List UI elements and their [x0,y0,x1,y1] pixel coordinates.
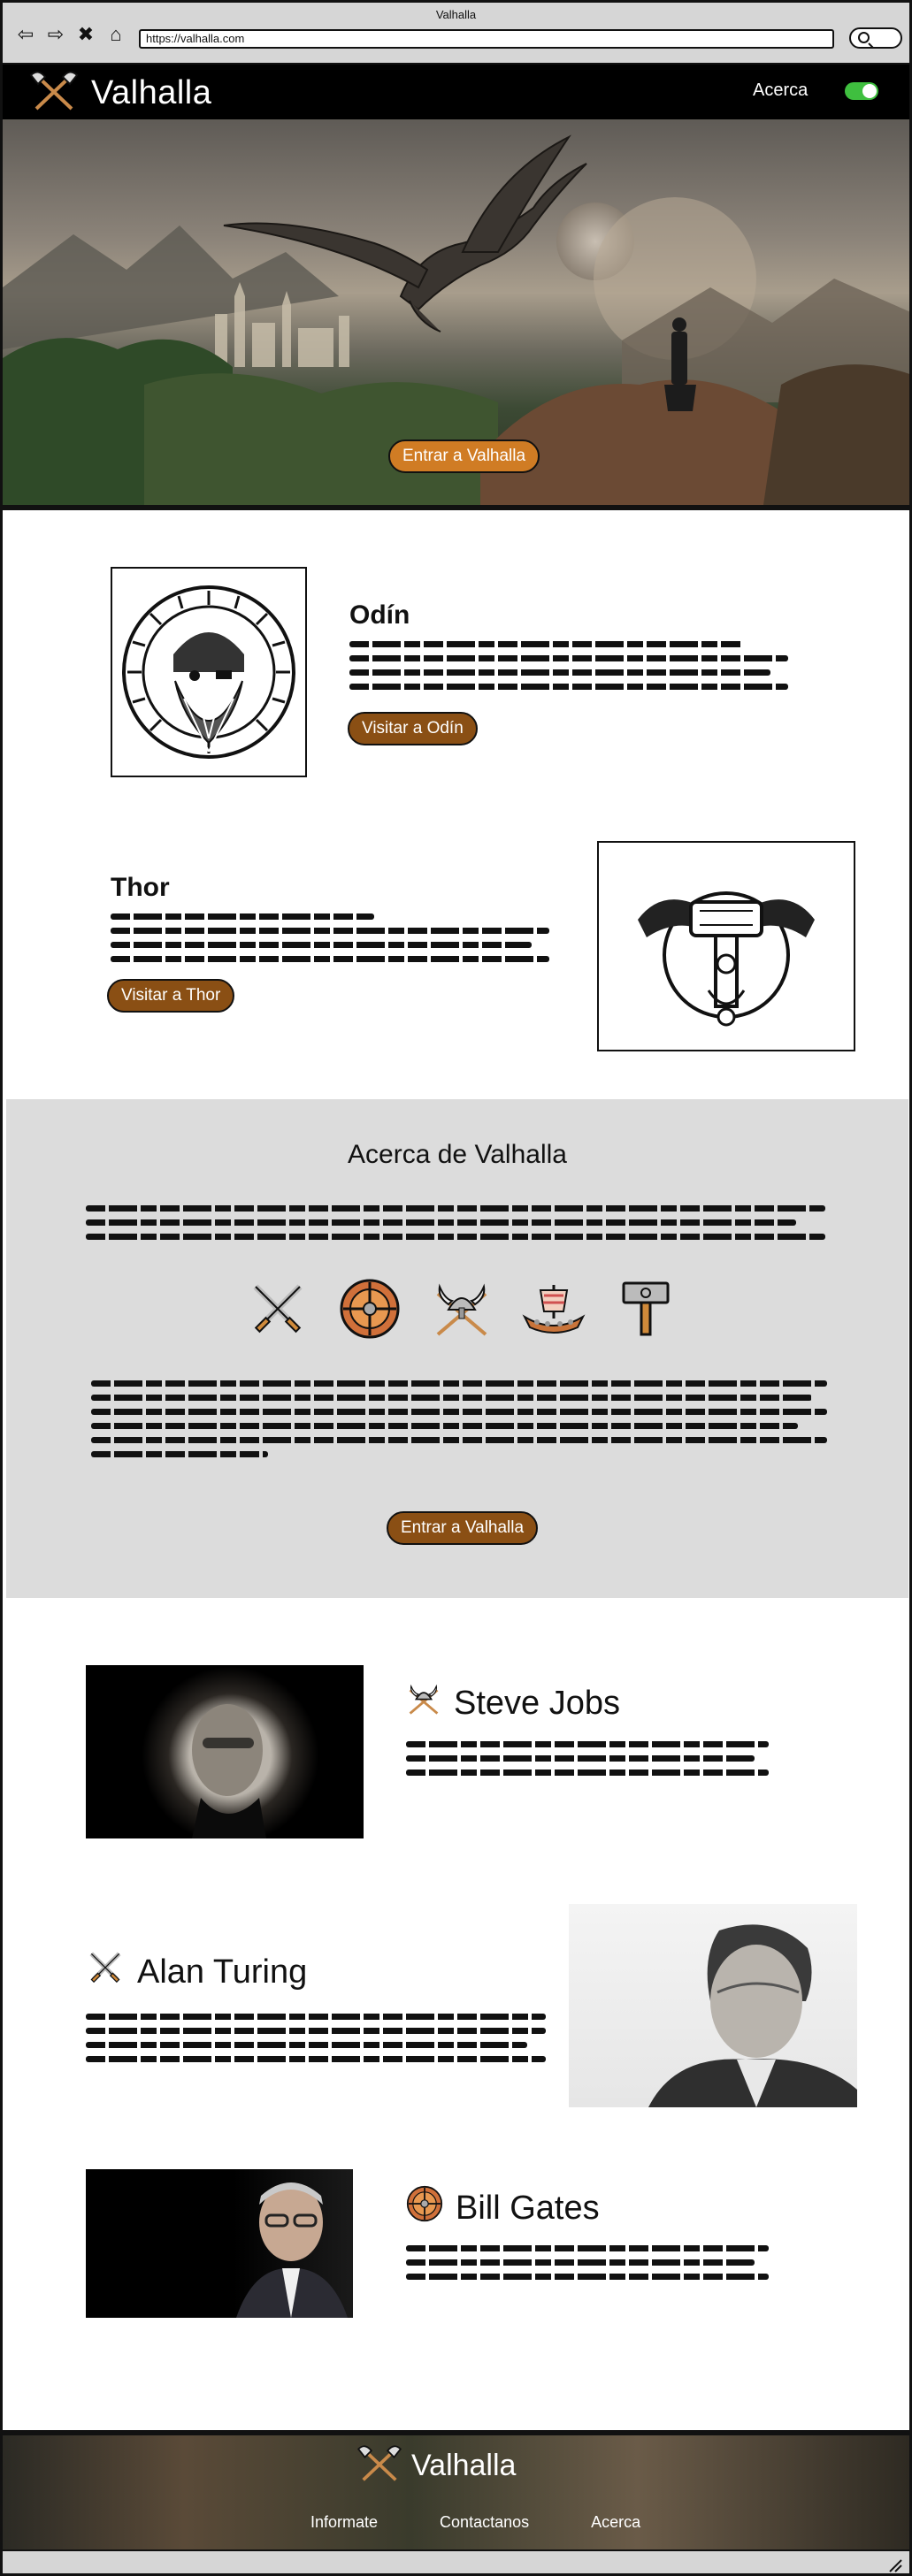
crossed-swords-icon [245,1276,310,1342]
hero-banner: Entrar a Valhalla [3,119,909,505]
photo-bill-gates [86,2169,353,2318]
mjolnir-ravens-icon [638,891,815,1027]
shield-icon [406,2185,443,2231]
back-icon[interactable]: ⇦ [15,24,36,45]
person-text-alan-turing [86,2014,546,2070]
shield-icon [337,1276,402,1342]
footer-logo-title: Valhalla [411,2449,517,2482]
person-text-steve-jobs [406,1741,769,1784]
hammer-icon [613,1276,678,1342]
person-text-bill-gates [406,2245,769,2288]
site-footer: Valhalla Informate Contactanos Acerca [3,2430,909,2549]
visit-odin-button[interactable]: Visitar a Odín [348,712,478,745]
logo-title: Valhalla [91,74,212,111]
nav-link-acerca[interactable]: Acerca [753,80,808,101]
feature-title-odin: Odín [349,600,410,630]
feature-text-thor [111,913,549,970]
search-icon [858,32,870,43]
window-title: Valhalla [435,8,477,21]
about-text-bottom [91,1380,827,1465]
feature-title-thor: Thor [111,873,170,902]
footer-link-contactanos[interactable]: Contactanos [440,2513,529,2532]
feature-text-odin [349,641,788,698]
about-section: Acerca de Valhalla Entrar a Valhalla [6,1099,908,1598]
photo-alan-turing [569,1904,857,2107]
hero-enter-button[interactable]: Entrar a Valhalla [388,440,540,473]
browser-window: Valhalla ⇦ ⇨ ✖ ⌂ https://valhalla.com Va… [0,0,912,2576]
theme-toggle[interactable] [845,82,878,100]
visit-thor-button[interactable]: Visitar a Thor [107,979,235,1013]
footer-link-acerca[interactable]: Acerca [591,2513,640,2532]
footer-link-informate[interactable]: Informate [310,2513,378,2532]
person-name-alan-turing: Alan Turing [86,1948,307,1996]
about-title: Acerca de Valhalla [348,1140,567,1169]
site-header: Valhalla Acerca [3,65,909,119]
hero-divider [3,505,909,510]
crossed-axes-icon [29,70,79,117]
viking-helmet-axes-icon [406,1681,441,1725]
crossed-swords-icon [86,1948,125,1996]
person-name-bill-gates: Bill Gates [406,2185,600,2231]
crossed-axes-icon [356,2444,402,2488]
feature-image-thor [597,841,855,1051]
photo-steve-jobs [86,1665,364,1838]
address-bar[interactable]: https://valhalla.com [139,29,834,49]
odin-portrait-icon [122,585,295,759]
browser-status-bar [3,2549,909,2573]
home-icon[interactable]: ⌂ [105,24,126,45]
about-icon-row [245,1276,678,1342]
footer-links: Informate Contactanos Acerca [310,2513,640,2532]
viking-helmet-axes-icon [429,1276,494,1342]
browser-nav: ⇦ ⇨ ✖ ⌂ [15,24,126,45]
person-name-text: Bill Gates [456,2189,600,2227]
footer-logo[interactable]: Valhalla [356,2444,516,2488]
feature-image-odin [111,567,307,777]
close-icon[interactable]: ✖ [75,24,96,45]
viking-ship-icon [521,1276,586,1342]
about-enter-button[interactable]: Entrar a Valhalla [387,1511,539,1545]
browser-search-button[interactable] [849,27,902,49]
site-logo[interactable]: Valhalla [29,70,211,117]
person-name-text: Steve Jobs [454,1684,620,1722]
browser-chrome: Valhalla ⇦ ⇨ ✖ ⌂ https://valhalla.com [3,3,909,65]
forward-icon[interactable]: ⇨ [45,24,66,45]
person-name-text: Alan Turing [137,1953,308,1991]
about-text-top [86,1205,825,1248]
person-name-steve-jobs: Steve Jobs [406,1681,620,1725]
resize-handle-icon[interactable] [888,2558,902,2572]
